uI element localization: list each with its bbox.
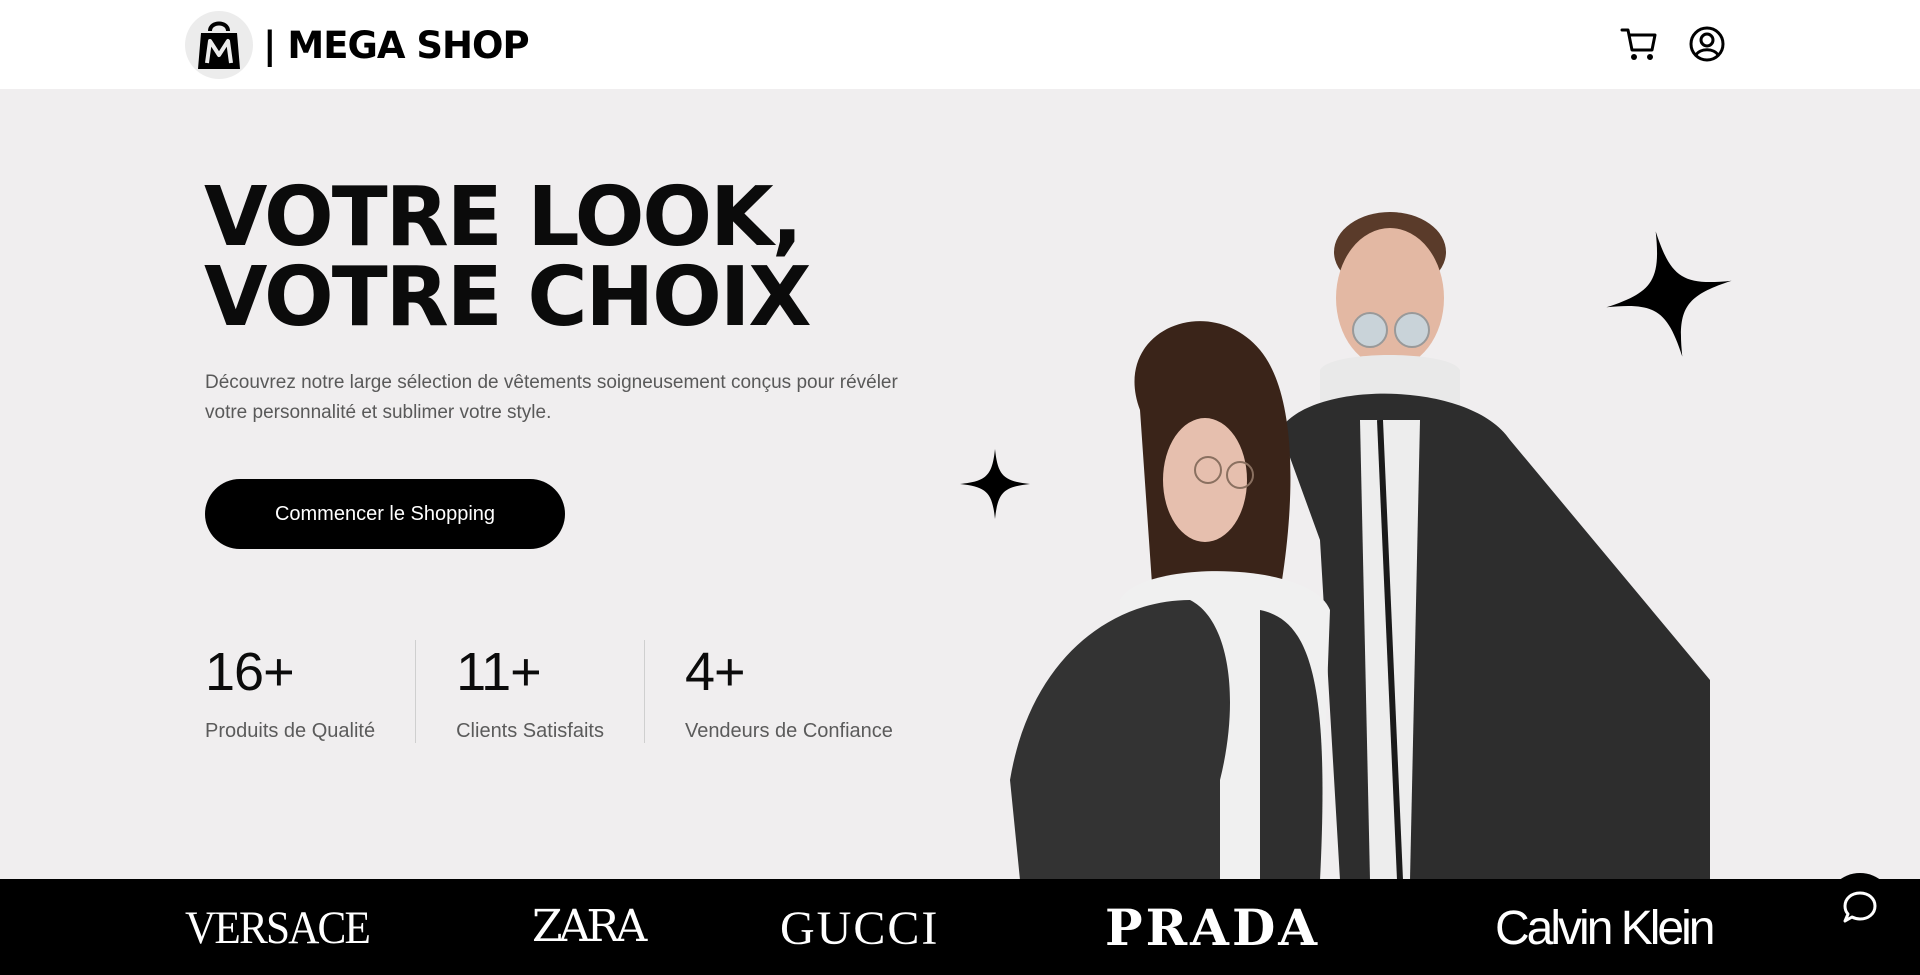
- cart-icon[interactable]: [1619, 24, 1659, 64]
- hero-model-photo: [1010, 212, 1710, 880]
- chat-bubble-icon: [1843, 891, 1877, 923]
- stat-label: Vendeurs de Confiance: [684, 720, 893, 742]
- stat-label: Produits de Qualité: [205, 720, 376, 742]
- user-circle-icon[interactable]: [1687, 24, 1727, 64]
- shopping-bag-logo-icon: [185, 11, 253, 79]
- brand-logo-zara[interactable]: ZARA: [532, 901, 647, 952]
- stat-value: 16+: [205, 642, 295, 702]
- stat-label: Clients Satisfaits: [456, 720, 604, 742]
- stat-clients: 11+ Clients Satisfaits: [415, 640, 644, 743]
- brand-logo-prada[interactable]: PRADA: [1105, 898, 1320, 957]
- brand-logo-versace[interactable]: VERSACE: [185, 901, 371, 955]
- stats-row: 16+ Produits de Qualité 11+ Clients Sati…: [205, 640, 933, 743]
- brand-strip: VERSACE ZARA GUCCI PRADA Calvin Klein: [0, 879, 1920, 975]
- hero-title-line-2: VOTRE CHOIX: [204, 250, 812, 345]
- brand-logo-calvin-klein[interactable]: Calvin Klein: [1495, 901, 1715, 956]
- hero-title-line-1: VOTRE LOOK,: [204, 170, 803, 265]
- logo-text: | MEGA SHOP: [263, 23, 530, 67]
- stat-products: 16+ Produits de Qualité: [205, 640, 415, 743]
- stat-value: 11+: [456, 642, 542, 702]
- site-logo[interactable]: | MEGA SHOP: [185, 10, 530, 80]
- chat-button[interactable]: [1826, 873, 1894, 941]
- stat-sellers: 4+ Vendeurs de Confiance: [643, 640, 933, 743]
- hero-description: Découvrez notre large sélection de vêtem…: [205, 372, 898, 423]
- site-header: | MEGA SHOP: [0, 0, 1920, 89]
- stat-value: 4+: [684, 642, 746, 702]
- start-shopping-button[interactable]: Commencer le Shopping: [205, 479, 565, 549]
- hero-title: VOTRE LOOK, VOTRE CHOIX: [204, 170, 924, 345]
- brand-logo-gucci[interactable]: GUCCI: [780, 901, 939, 956]
